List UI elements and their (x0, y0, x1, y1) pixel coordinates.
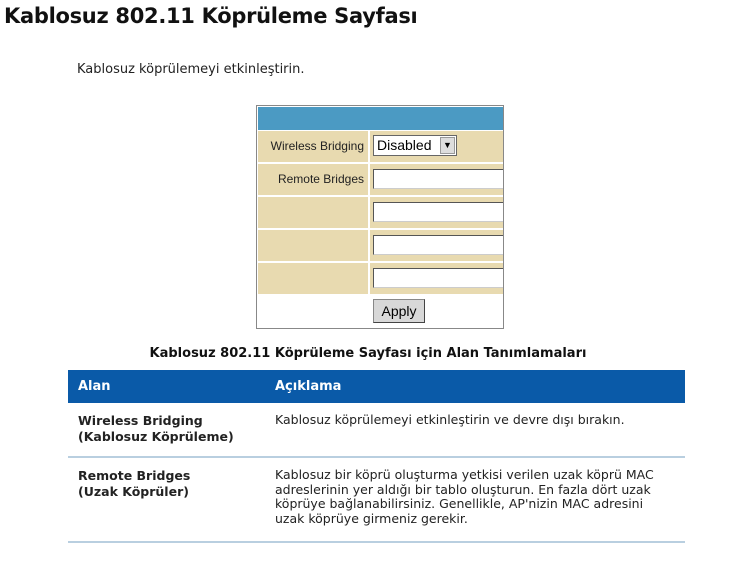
form-header-bar (258, 107, 503, 130)
field-name: Remote Bridges (78, 468, 191, 483)
remote-bridge-input-3[interactable] (373, 235, 503, 255)
remote-bridge-input-1[interactable] (373, 169, 503, 189)
table-row: Wireless Bridging (Kablosuz Köprüleme) Ka… (68, 403, 685, 458)
field-name-translation: (Uzak Köprüler) (78, 484, 189, 499)
field-description: Kablosuz köprülemeyi etkinleştirin ve de… (275, 412, 625, 427)
bridging-form: Wireless Bridging Disabled ▼ Remote Bridg… (256, 105, 504, 329)
apply-button[interactable]: Apply (373, 299, 425, 323)
field-name-translation: (Kablosuz Köprüleme) (78, 429, 234, 444)
table-row: Remote Bridges (Uzak Köprüler) Kablosuz b… (68, 458, 685, 543)
wireless-bridging-row: Wireless Bridging Disabled ▼ (258, 131, 503, 162)
field-definitions-table: Alan Açıklama Wireless Bridging (Kablosuz… (68, 370, 685, 543)
header-field: Alan (78, 379, 111, 394)
remote-bridge-input-2[interactable] (373, 202, 503, 222)
remote-bridge-row (258, 197, 503, 228)
wireless-bridging-label: Wireless Bridging (258, 131, 368, 162)
header-description: Açıklama (275, 379, 342, 394)
remote-bridge-row (258, 230, 503, 261)
remote-bridge-row: Remote Bridges (258, 164, 503, 195)
field-description: Kablosuz bir köprü oluşturma yetkisi ver… (275, 467, 654, 526)
chevron-down-icon[interactable]: ▼ (440, 137, 455, 154)
remote-bridge-input-4[interactable] (373, 268, 503, 288)
selected-value: Disabled (377, 137, 432, 153)
table-caption: Kablosuz 802.11 Köprüleme Sayfası için A… (149, 346, 587, 361)
field-name: Wireless Bridging (78, 413, 203, 428)
table-header: Alan Açıklama (68, 370, 685, 403)
page-title: Kablosuz 802.11 Köprüleme Sayfası (4, 4, 418, 28)
intro-text: Kablosuz köprülemeyi etkinleştirin. (77, 62, 305, 77)
remote-bridge-row (258, 263, 503, 294)
wireless-bridging-select[interactable]: Disabled ▼ (373, 135, 457, 156)
remote-bridges-label: Remote Bridges (258, 164, 368, 195)
